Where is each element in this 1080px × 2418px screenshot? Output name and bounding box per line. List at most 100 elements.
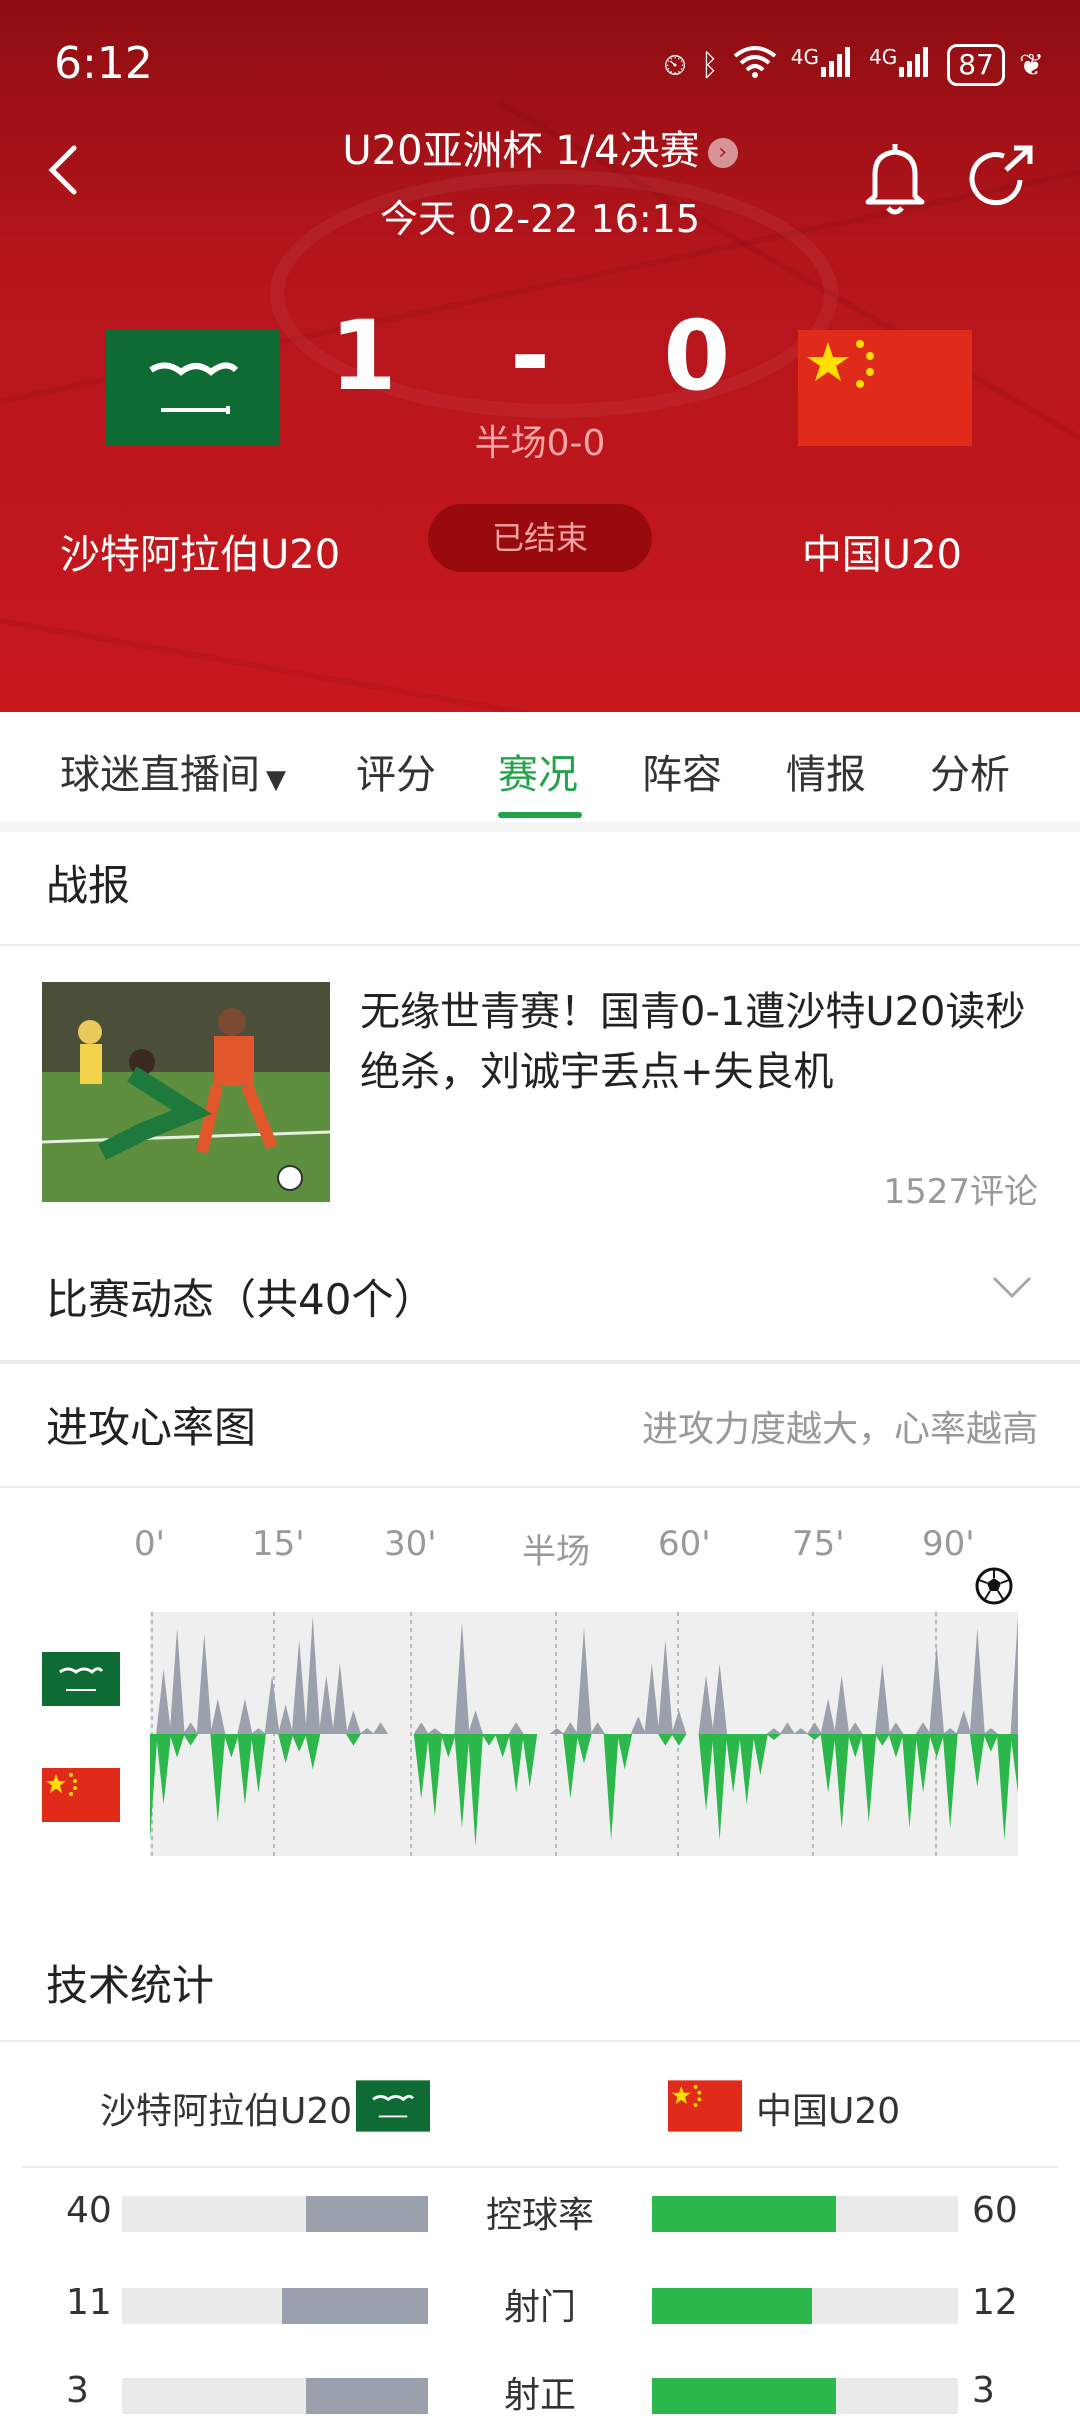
home-attack-peak <box>251 1728 266 1734</box>
home-attack-peak <box>969 1627 985 1734</box>
home-attack-peak <box>454 1621 470 1734</box>
home-attack-peak <box>983 1728 999 1734</box>
away-attack-peak <box>874 1734 890 1746</box>
divider <box>0 2040 1080 2042</box>
tab-lineup[interactable]: 阵容 <box>642 742 722 800</box>
away-attack-peak <box>495 1734 511 1758</box>
competition-name: U20亚洲杯 1/4决赛 <box>342 128 700 174</box>
home-attack-peak <box>549 1728 565 1734</box>
stat-away-bar-fill <box>652 2196 836 2232</box>
home-attack-peak <box>644 1663 660 1734</box>
stats-title: 技术统计 <box>46 1961 215 2010</box>
away-attack-peak <box>657 1734 673 1746</box>
away-attack-peak <box>413 1734 429 1799</box>
home-attack-peak <box>183 1722 199 1734</box>
saudi-flag-icon <box>42 1652 120 1706</box>
away-attack-peak <box>969 1734 985 1788</box>
match-status-badge: 已结束 <box>428 504 652 572</box>
away-attack-peak <box>942 1734 958 1829</box>
news-comment-count[interactable]: 1527评论 <box>883 1164 1038 1213</box>
alarm-icon: ⏲ <box>663 47 687 83</box>
scoreboard: 1 - 0 <box>0 300 1080 412</box>
away-attack-peak <box>345 1734 361 1746</box>
away-attack-peak <box>169 1734 185 1758</box>
away-attack-peak <box>996 1734 1012 1841</box>
home-attack-peak <box>562 1722 578 1734</box>
status-time: 6:12 <box>54 38 153 89</box>
away-team-name[interactable]: 中国U20 <box>802 522 962 580</box>
leaf-icon: ❦ <box>1018 47 1044 83</box>
stats-home-team: 沙特阿拉伯U20 <box>100 2091 353 2132</box>
news-thumbnail[interactable] <box>42 982 330 1202</box>
divider <box>0 1486 1080 1488</box>
divider <box>0 1360 1080 1364</box>
away-score: 0 <box>663 300 751 412</box>
away-attack-peak <box>698 1734 714 1811</box>
expand-events-button[interactable] <box>992 1268 1032 1308</box>
home-attack-peak <box>698 1675 714 1734</box>
away-attack-peak <box>847 1734 863 1758</box>
away-attack-peak <box>671 1734 687 1746</box>
notification-bell-button[interactable] <box>860 140 930 220</box>
active-tab-indicator <box>498 812 582 818</box>
events-title[interactable]: 比赛动态（共40个） <box>46 1266 435 1327</box>
away-attack-peak <box>440 1734 456 1758</box>
chevron-down-icon <box>992 1276 1032 1299</box>
away-attack-peak <box>427 1734 443 1817</box>
home-attack-peak <box>413 1722 429 1734</box>
attack-heart-rate-chart <box>142 1612 1026 1856</box>
news-headline[interactable]: 无缘世青赛！国青0-1遭沙特U20读秒绝杀，刘诚宇丢点+失良机 <box>360 982 1040 1102</box>
home-attack-peak <box>712 1663 728 1734</box>
heart-chart-title: 进攻心率图 <box>46 1403 257 1452</box>
away-attack-peak <box>712 1734 728 1841</box>
away-attack-peak <box>223 1734 239 1758</box>
share-icon <box>969 145 1033 206</box>
tab-analysis[interactable]: 分析 <box>930 742 1010 800</box>
stat-away-value: 60 <box>972 2190 1018 2231</box>
time-label-0: 0' <box>134 1524 165 1564</box>
home-team-name[interactable]: 沙特阿拉伯U20 <box>60 522 340 580</box>
bluetooth-icon: ᛒ <box>700 47 719 83</box>
away-attack-peak <box>562 1734 578 1799</box>
home-attack-peak <box>359 1728 375 1734</box>
stat-away-value: 12 <box>972 2282 1018 2323</box>
home-attack-peak <box>210 1698 226 1734</box>
away-attack-peak <box>807 1734 823 1740</box>
time-label-30: 30' <box>384 1524 437 1564</box>
time-label-15: 15' <box>252 1524 305 1564</box>
home-attack-peak <box>847 1722 863 1734</box>
home-attack-peak <box>929 1645 945 1734</box>
half-time-score: 半场0-0 <box>474 423 606 464</box>
soccer-ball-icon <box>974 1566 1014 1606</box>
saudi-flag-icon <box>356 2080 430 2132</box>
tab-ratings[interactable]: 评分 <box>356 742 436 800</box>
home-attack-peak <box>1010 1616 1026 1734</box>
away-attack-peak <box>603 1734 619 1841</box>
home-attack-peak <box>956 1710 972 1734</box>
away-attack-peak <box>508 1734 524 1793</box>
share-button[interactable] <box>968 140 1038 220</box>
away-attack-peak <box>210 1734 226 1823</box>
home-attack-peak <box>576 1627 592 1734</box>
away-attack-peak <box>861 1734 877 1823</box>
tab-match-status[interactable]: 赛况 <box>498 742 578 800</box>
home-attack-peak <box>820 1698 836 1734</box>
match-header: 6:12 ⏲ ᛒ 4G 4G 87 ❦ U20亚洲杯 1/4决赛 › 今天 02-… <box>0 0 1080 712</box>
spacer <box>0 1908 1080 1912</box>
away-attack-peak <box>576 1734 592 1764</box>
away-attack-peak <box>739 1734 755 1805</box>
away-attack-peak <box>834 1734 850 1829</box>
spacer <box>0 822 1080 832</box>
home-attack-peak <box>237 1698 253 1734</box>
china-flag-icon <box>668 2080 742 2132</box>
tab-fan-live[interactable]: 球迷直播间 ▼ <box>60 742 286 800</box>
home-attack-peak <box>427 1728 443 1734</box>
bell-icon <box>865 144 925 215</box>
home-attack-peak <box>888 1722 904 1734</box>
home-attack-peak <box>671 1710 687 1734</box>
home-attack-peak <box>373 1722 389 1734</box>
time-label-75: 75' <box>792 1524 845 1564</box>
stats-away-team: 中国U20 <box>756 2091 901 2132</box>
wifi-icon <box>733 44 777 86</box>
tab-intel[interactable]: 情报 <box>786 742 866 800</box>
